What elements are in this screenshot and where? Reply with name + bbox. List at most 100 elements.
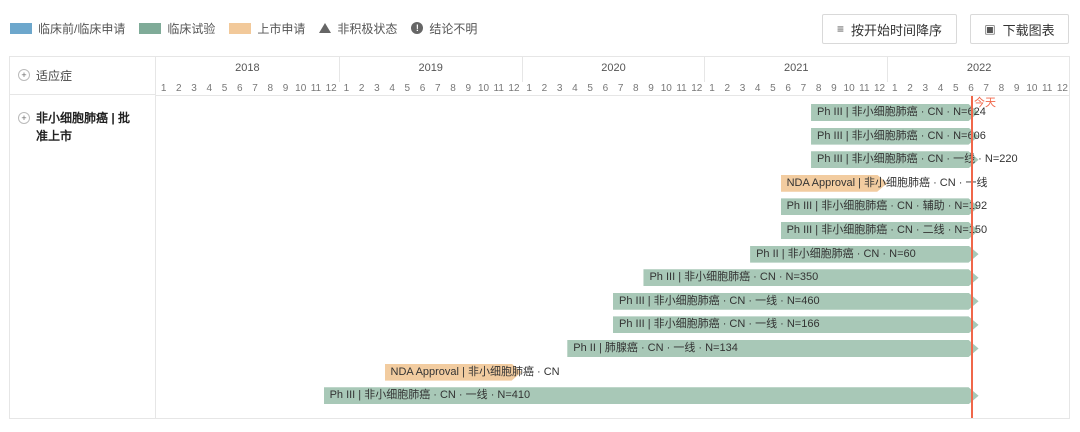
trial-bar[interactable]: Ph II | 肺腺癌 · CN · 一线 · N=134 — [567, 340, 738, 357]
trial-bar-label: NDA Approval | 非小细胞肺癌 · CN · 一线 — [786, 176, 988, 189]
legend-swatch — [139, 22, 162, 34]
month-label: 11 — [493, 83, 504, 94]
month-label: 3 — [922, 83, 929, 94]
month-label: 2 — [541, 83, 548, 94]
month-label: 5 — [404, 83, 411, 94]
month-label: 1 — [709, 83, 715, 94]
indication-name: 非小细胞肺癌 | 批准上市 — [36, 111, 131, 143]
month-label: 3 — [374, 83, 380, 94]
month-label: 5 — [770, 83, 776, 94]
download-icon: ▣ — [984, 22, 996, 36]
trial-bar[interactable]: Ph III | 非小细胞肺癌 · CN · N=624 — [811, 104, 986, 121]
trial-bar[interactable]: Ph III | 非小细胞肺癌 · CN · N=606 — [811, 128, 986, 145]
trial-bar-label: Ph II | 非小细胞肺癌 · CN · N=60 — [756, 247, 916, 260]
legend-item: 临床前/临床申请 — [10, 20, 125, 37]
month-label: 7 — [252, 83, 258, 94]
month-label: 1 — [892, 83, 898, 94]
month-label: 5 — [952, 83, 959, 94]
legend: 临床前/临床申请 临床试验 上市申请 非积极状态! 结论不明 — [10, 18, 491, 38]
month-label: 8 — [267, 83, 274, 94]
indication-header: + 适应症 — [10, 57, 155, 95]
trial-bar[interactable]: NDA Approval | 非小细胞肺癌 · CN — [385, 364, 560, 381]
month-label: 2 — [176, 83, 182, 94]
month-label: 1 — [160, 83, 167, 94]
month-label: 4 — [206, 83, 213, 94]
trial-bar-label: Ph III | 非小细胞肺癌 · CN · 一线 · N=460 — [619, 294, 820, 307]
triangle-icon — [319, 23, 332, 33]
legend-item: ! 结论不明 — [411, 20, 477, 37]
trial-bar-label: Ph III | 非小细胞肺癌 · CN · N=606 — [817, 129, 986, 142]
month-label: 6 — [419, 83, 426, 94]
month-label: 10 — [843, 83, 855, 94]
trial-bar-label: Ph III | 非小细胞肺癌 · CN · 一线 · N=166 — [619, 318, 820, 331]
month-label: 9 — [282, 83, 289, 94]
month-label: 10 — [295, 83, 307, 94]
month-label: 2 — [724, 83, 731, 94]
gantt-plot: Ph III | 非小细胞肺癌 · CN · N=624 Ph III | 非小细… — [156, 96, 1070, 418]
month-label: 12 — [874, 83, 886, 94]
month-label: 7 — [435, 83, 441, 94]
pipeline-timeline: + 适应症 + 非小细胞肺癌 | 批准上市 2018 2019 2020 2021 20… — [9, 56, 1070, 419]
trial-bar[interactable]: Ph III | 非小细胞肺癌 · CN · 二线 · N=150 — [781, 222, 988, 239]
month-label: 10 — [660, 83, 672, 94]
month-label: 12 — [691, 83, 703, 94]
month-label: 10 — [477, 83, 490, 94]
month-label: 4 — [754, 83, 761, 94]
month-label: 9 — [831, 83, 837, 94]
month-label: 3 — [191, 83, 197, 94]
info-icon: ! — [411, 22, 424, 34]
indication-column: + 适应症 + 非小细胞肺癌 | 批准上市 — [10, 57, 156, 418]
download-chart-button[interactable]: ▣ 下载图表 — [970, 14, 1069, 44]
download-button-label: 下载图表 — [1002, 22, 1055, 38]
month-label: 2 — [907, 83, 913, 94]
year-label: 2020 — [521, 57, 705, 82]
month-label: 7 — [617, 83, 624, 94]
trial-bar-label: Ph III | 非小细胞肺癌 · CN · 辅助 · N=192 — [786, 200, 988, 213]
month-label: 11 — [859, 83, 870, 94]
trial-bar-label: Ph III | 非小细胞肺癌 · CN · 一线 · N=410 — [329, 389, 531, 402]
month-label: 4 — [389, 83, 395, 94]
month-label: 8 — [450, 83, 456, 94]
month-label: 1 — [343, 83, 350, 94]
trial-bar[interactable]: Ph III | 非小细胞肺癌 · CN · 一线 · N=166 — [613, 316, 820, 333]
legend-label: 上市申请 — [257, 21, 306, 36]
month-label: 3 — [739, 83, 746, 94]
legend-item: 非积极状态 — [319, 20, 397, 37]
trial-bar[interactable]: Ph III | 非小细胞肺癌 · CN · 一线 · N=460 — [613, 293, 820, 310]
trial-bar[interactable]: Ph III | 非小细胞肺癌 · CN · N=350 — [643, 269, 818, 286]
month-label: 12 — [1056, 83, 1068, 94]
month-label: 3 — [556, 83, 563, 94]
month-label: 9 — [465, 83, 472, 94]
trial-bar-label: Ph III | 非小细胞肺癌 · CN · 二线 · N=150 — [786, 224, 988, 236]
legend-label: 结论不明 — [429, 21, 478, 36]
month-label: 5 — [221, 83, 228, 94]
trial-bar[interactable]: Ph III | 非小细胞肺癌 · CN · 一线 · N=220 — [811, 151, 1018, 168]
year-label: 2022 — [887, 57, 1070, 82]
month-label: 12 — [325, 83, 337, 94]
trial-bar-label: Ph III | 非小细胞肺癌 · CN · N=624 — [817, 106, 986, 118]
legend-swatch — [229, 22, 252, 34]
month-label: 4 — [572, 83, 578, 94]
month-label: 11 — [1041, 83, 1053, 94]
month-label: 2 — [358, 83, 365, 94]
expand-all-icon[interactable]: + — [18, 69, 30, 81]
trial-bar[interactable]: Ph III | 非小细胞肺癌 · CN · 一线 · N=410 — [324, 387, 531, 404]
month-label: 8 — [998, 83, 1005, 94]
legend-item: 临床试验 — [139, 20, 215, 37]
trial-bar-label: Ph II | 肺腺癌 · CN · 一线 · N=134 — [573, 342, 738, 354]
month-label: 8 — [633, 83, 639, 94]
sort-by-start-time-button[interactable]: ≡ 按开始时间降序 — [822, 14, 957, 44]
month-label: 11 — [310, 83, 322, 94]
trial-bar-label: NDA Approval | 非小细胞肺癌 · CN — [390, 365, 560, 378]
month-header: 1 2 3 4 5 6 7 8 9 10 11 12 1 2 3 4 5 6 7 8 9 10 11 12 1 2 3 4 5 6 7 8 9 1… — [156, 82, 1070, 96]
trial-bar[interactable]: Ph III | 非小细胞肺癌 · CN · 辅助 · N=192 — [781, 198, 988, 215]
trial-bar[interactable]: NDA Approval | 非小细胞肺癌 · CN · 一线 — [781, 175, 988, 192]
trial-bar[interactable]: Ph II | 非小细胞肺癌 · CN · N=60 — [750, 246, 916, 263]
legend-label: 临床试验 — [167, 21, 216, 36]
legend-item: 上市申请 — [229, 20, 305, 37]
month-label: 9 — [648, 83, 654, 94]
year-label: 2021 — [704, 57, 887, 82]
month-label: 4 — [937, 83, 944, 94]
year-label: 2018 — [235, 62, 260, 74]
expand-indication-icon[interactable]: + — [18, 112, 30, 124]
